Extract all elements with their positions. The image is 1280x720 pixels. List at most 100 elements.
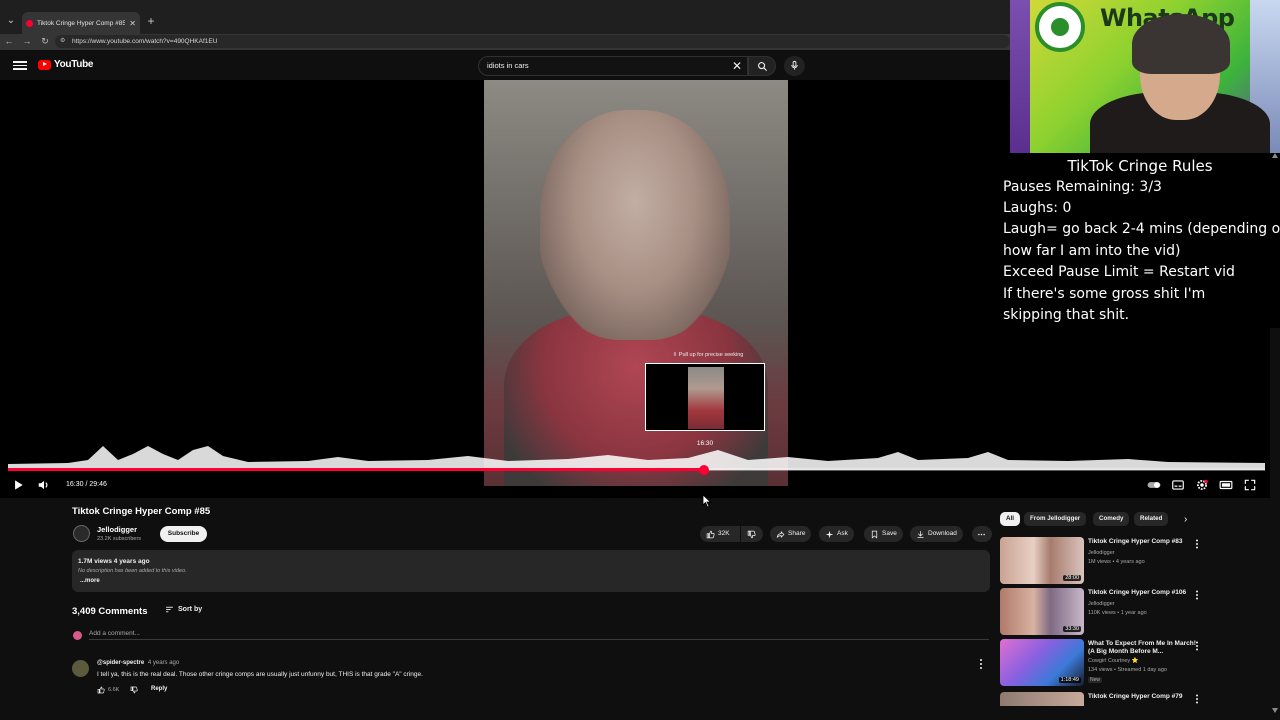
recommended-video[interactable]: 28:00 Tiktok Cringe Hyper Comp #83 Jello… <box>1000 537 1260 585</box>
chip-from-channel[interactable]: From Jellodigger <box>1024 512 1087 526</box>
subscribe-button[interactable]: Subscribe <box>160 526 207 542</box>
more-vertical-icon[interactable] <box>1194 694 1200 704</box>
more-horizontal-icon <box>978 533 985 535</box>
microphone-icon <box>791 60 798 70</box>
recommended-video[interactable]: Tiktok Cringe Hyper Comp #79 <box>1000 692 1260 706</box>
recommended-video-meta: 1M views • 4 years ago <box>1088 559 1145 565</box>
more-vertical-icon[interactable] <box>1194 539 1200 549</box>
back-arrow-icon[interactable]: ← <box>3 35 15 48</box>
channel-avatar[interactable] <box>73 525 90 542</box>
recommended-video-title[interactable]: Tiktok Cringe Hyper Comp #106 <box>1088 589 1196 597</box>
new-badge: New <box>1088 677 1103 683</box>
play-icon[interactable] <box>11 478 25 492</box>
video-thumbnail[interactable]: 1:18:49 <box>1000 639 1084 686</box>
thumbs-up-icon <box>97 686 105 694</box>
search-input[interactable]: idiots in cars <box>478 56 748 76</box>
like-button[interactable]: 32K <box>700 526 740 542</box>
chip-next-chevron-icon[interactable]: › <box>1184 514 1194 526</box>
reload-icon[interactable]: ↻ <box>39 35 51 48</box>
rules-line: Exceed Pause Limit = Restart vid <box>1003 264 1235 280</box>
subtitles-icon[interactable] <box>1171 478 1185 492</box>
seek-preview-thumbnail <box>645 363 765 431</box>
description-more-link[interactable]: ...more <box>80 578 100 584</box>
save-label: Save <box>882 530 897 537</box>
search-button[interactable] <box>748 56 776 76</box>
more-actions-button[interactable] <box>972 526 992 542</box>
recommended-video-channel[interactable]: Jellodigger <box>1088 601 1115 607</box>
comment-dislike-icon[interactable] <box>130 686 138 694</box>
chip-related[interactable]: Related <box>1134 512 1169 526</box>
youtube-play-logo-icon <box>38 59 51 70</box>
download-button[interactable]: Download <box>910 526 963 542</box>
browser-tab[interactable]: Tiktok Cringe Hyper Comp #85 - YouTube ✕ <box>22 12 140 34</box>
url-field[interactable]: https://www.youtube.com/watch?v=490QHKAf… <box>55 35 1010 48</box>
video-description: No description has been added to this vi… <box>78 568 187 574</box>
add-comment-input[interactable]: Add a comment... <box>89 630 989 640</box>
progress-bar-played <box>8 468 705 471</box>
recommended-video-title[interactable]: What To Expect From Me In March! (A Big … <box>1088 640 1196 656</box>
voice-search-button[interactable] <box>784 56 805 76</box>
settings-gear-icon[interactable] <box>1195 478 1209 492</box>
webcam-background-left <box>1010 0 1030 153</box>
youtube-logo[interactable]: YouTube <box>38 59 94 70</box>
streamer-webcam: WhatsApp <box>1010 0 1280 153</box>
whatsapp-logo-inner <box>1051 18 1069 36</box>
volume-icon[interactable] <box>37 478 51 492</box>
new-tab-plus-icon[interactable]: + <box>145 14 157 28</box>
download-icon <box>917 530 924 538</box>
seek-preview-time: 16:30 <box>696 440 714 447</box>
autoplay-toggle-icon[interactable] <box>1147 478 1161 492</box>
chip-all[interactable]: All <box>1000 512 1020 526</box>
time-display: 16:30 / 29:46 <box>66 481 107 488</box>
seek-hint-text: ⇳ Pull up for precise seeking <box>672 352 744 358</box>
more-vertical-icon[interactable] <box>1194 590 1200 600</box>
forward-arrow-icon[interactable]: → <box>21 35 33 48</box>
comment-like-button[interactable]: 6.6K <box>97 686 119 694</box>
page-scrollbar[interactable] <box>1272 153 1278 713</box>
channel-name[interactable]: Jellodigger <box>97 525 137 534</box>
comment-author-handle[interactable]: @spider-spectre <box>97 660 144 666</box>
site-info-icon[interactable]: ⚙ <box>60 35 68 48</box>
description-box[interactable] <box>72 550 990 592</box>
comment-like-count: 6.6K <box>108 687 120 693</box>
stream-rules-overlay: TikTok Cringe Rules Pauses Remaining: 3/… <box>1000 153 1280 328</box>
comment-author-avatar[interactable] <box>72 660 89 677</box>
hamburger-menu-icon[interactable] <box>13 59 27 71</box>
video-thumbnail[interactable]: 28:00 <box>1000 537 1084 584</box>
streamer-beanie <box>1132 14 1230 74</box>
recommended-video-title[interactable]: Tiktok Cringe Hyper Comp #83 <box>1088 538 1196 546</box>
recommended-video-channel[interactable]: Jellodigger <box>1088 550 1115 556</box>
close-tab-icon[interactable]: ✕ <box>129 19 136 28</box>
video-duration: 1:18:49 <box>1058 677 1081 683</box>
rules-line: Pauses Remaining: 3/3 <box>1003 179 1162 195</box>
rules-line: skipping that shit. <box>1003 307 1130 323</box>
video-thumbnail[interactable]: 33:30 <box>1000 588 1084 635</box>
comment-author[interactable]: @spider-spectre 4 years ago <box>97 660 179 666</box>
sort-comments-button[interactable]: Sort by <box>165 605 202 614</box>
sort-icon <box>166 606 173 613</box>
comment-text: I tell ya, this is the real deal. Those … <box>97 671 423 678</box>
whatsapp-logo-icon <box>1035 2 1085 52</box>
rules-title: TikTok Cringe Rules <box>1067 157 1213 175</box>
comment-more-vertical-icon[interactable] <box>978 658 984 670</box>
save-button[interactable]: Save <box>864 526 903 542</box>
video-thumbnail[interactable] <box>1000 692 1084 706</box>
recommended-video[interactable]: 33:30 Tiktok Cringe Hyper Comp #106 Jell… <box>1000 588 1260 636</box>
more-vertical-icon[interactable] <box>1194 641 1200 651</box>
tab-search-chevron-icon[interactable]: ⌄ <box>4 14 18 28</box>
chip-comedy[interactable]: Comedy <box>1093 512 1130 526</box>
fullscreen-icon[interactable] <box>1243 478 1257 492</box>
share-button[interactable]: Share <box>770 526 812 542</box>
progress-bar[interactable] <box>8 465 1265 475</box>
dislike-button[interactable] <box>741 526 763 542</box>
comment-reply-button[interactable]: Reply <box>151 686 167 692</box>
ask-button[interactable]: Ask <box>819 526 854 542</box>
theater-mode-icon[interactable] <box>1219 478 1233 492</box>
audio-waveform <box>8 446 1265 470</box>
comments-count: 3,409 Comments <box>72 606 148 617</box>
recommended-video-channel[interactable]: Cowgirl Courtney ⭐ <box>1088 658 1139 664</box>
ask-label: Ask <box>837 530 848 537</box>
clear-search-icon[interactable]: ✕ <box>730 58 744 74</box>
recommended-video[interactable]: 1:18:49 What To Expect From Me In March!… <box>1000 639 1260 687</box>
recommended-video-title[interactable]: Tiktok Cringe Hyper Comp #79 <box>1088 693 1196 701</box>
